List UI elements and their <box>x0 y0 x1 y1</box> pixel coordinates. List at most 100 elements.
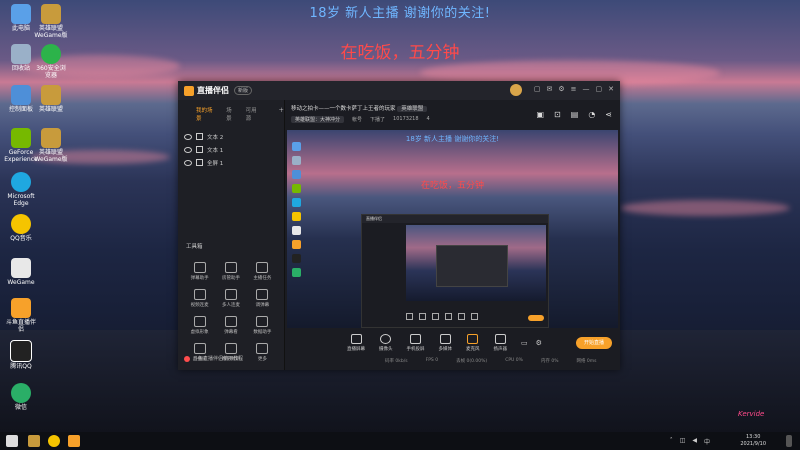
close-icon[interactable]: ✕ <box>608 85 614 93</box>
douyu-taskbar-icon[interactable] <box>68 435 80 447</box>
desktop: 18岁 新人主播 谢谢你的关注! 在吃饭，五分钟 此电脑 回收站 控制面板 Ge… <box>0 0 800 432</box>
source-item[interactable]: 文本 1 <box>184 143 284 156</box>
version-badge[interactable]: 新版 <box>234 86 253 95</box>
desktop-icon-recycle-bin[interactable]: 回收站 <box>4 44 38 72</box>
network-icon[interactable]: ◫ <box>680 437 686 446</box>
tool-button[interactable]: 主播任务 <box>247 262 278 281</box>
source-item[interactable]: 文本 2 <box>184 130 284 143</box>
tab-my-scenes[interactable]: 我的场景 <box>196 106 217 122</box>
nested-preview-window: 直播伴侣 <box>361 214 549 328</box>
camera-button[interactable]: 摄像头 <box>379 334 393 352</box>
go-live-button[interactable]: 开始直播 <box>576 337 612 349</box>
tool-button[interactable]: 虚拟形象 <box>184 316 215 335</box>
desktop-icon-wegame[interactable]: WeGame <box>4 258 38 286</box>
eye-icon[interactable] <box>184 146 192 153</box>
maximize-icon[interactable]: ▢ <box>596 85 603 93</box>
category-tag[interactable]: 英雄联盟 <box>397 106 428 112</box>
eye-icon[interactable] <box>184 133 192 140</box>
bell-icon[interactable]: ◔ <box>588 110 595 119</box>
camera-icon <box>380 334 392 344</box>
ime-indicator[interactable]: 中 <box>704 437 710 446</box>
microphone-icon <box>467 334 479 344</box>
settings-icon[interactable]: ⚙ <box>558 85 564 93</box>
eye-icon[interactable] <box>184 159 192 166</box>
desktop-icon-lol-wegame-2[interactable]: 英雄联盟 WeGame版 <box>34 128 68 163</box>
tool-button[interactable]: 房管助手 <box>215 262 246 281</box>
desktop-icon-lol-wegame[interactable]: 英雄联盟 WeGame版 <box>34 4 68 39</box>
notification-icon[interactable] <box>786 435 792 447</box>
tool-button[interactable]: 多人连麦 <box>215 289 246 308</box>
notes-icon[interactable]: ▤ <box>571 110 579 119</box>
toolbox-header: 工具箱 <box>186 244 203 250</box>
tool-button[interactable]: 弹幕看 <box>215 316 246 335</box>
douyu-icon <box>184 355 190 362</box>
add-scene-icon[interactable]: ＋ <box>278 106 284 122</box>
room-info: 英雄联盟：大神冲分 帐号 下播了 10173218 4 <box>291 116 430 123</box>
taskbar: ˄ ◫ ◀ 中 13:30 2021/9/10 <box>0 432 800 450</box>
desktop-icon-qq[interactable]: 腾讯QQ <box>4 340 38 370</box>
desktop-icon-control-panel[interactable]: 控制面板 <box>4 85 38 113</box>
tab-scenes[interactable]: 场景 <box>226 106 237 122</box>
volume-icon[interactable]: ◀ <box>692 437 697 446</box>
lock-icon[interactable]: ⊡ <box>554 110 561 119</box>
record-icon[interactable]: ▭ <box>521 339 528 347</box>
desktop-icon-edge[interactable]: Microsoft Edge <box>4 172 38 207</box>
recycle-bin-icon <box>11 44 31 64</box>
desktop-icon-wechat[interactable]: 微信 <box>4 383 38 411</box>
media-button[interactable]: 多媒体 <box>439 334 452 352</box>
tab-sources[interactable]: 可用源 <box>246 106 262 122</box>
tool-button[interactable]: 调弹幕 <box>247 289 278 308</box>
wechat-icon <box>11 383 31 403</box>
gear-icon[interactable]: ⚙ <box>536 339 542 347</box>
avatar[interactable] <box>510 84 522 96</box>
control-panel-icon <box>11 85 31 105</box>
desktop-icon-computer[interactable]: 此电脑 <box>4 4 38 32</box>
share-icon[interactable]: ⋖ <box>605 110 612 119</box>
sidebar-tabs: 我的场景 场景 可用源 ＋ <box>178 100 284 122</box>
start-icon[interactable] <box>6 435 18 447</box>
cloud <box>620 200 790 216</box>
desktop-icon-geforce[interactable]: GeForce Experience <box>4 128 38 163</box>
avatar-icon <box>193 316 206 327</box>
tool-button[interactable]: 更多 <box>247 343 278 362</box>
lol-icon <box>41 85 61 105</box>
room-title: 移动之拍卡——一个数卡萨丁上王者的玩家 英雄联盟 <box>291 104 428 112</box>
desktop-icon-360-browser[interactable]: 360安全浏览器 <box>34 44 68 79</box>
monitor-icon <box>350 334 362 344</box>
tool-button[interactable]: 视频连麦 <box>184 289 215 308</box>
lol-taskbar-icon[interactable] <box>28 435 40 447</box>
lol-icon <box>41 128 61 148</box>
stream-status-text: 在吃饭，五分钟 <box>340 43 460 63</box>
text-source-icon <box>196 146 203 153</box>
stream-preview[interactable]: 18岁 新人主播 谢谢你的关注! 在吃饭，五分钟 直播伴侣 <box>287 130 618 328</box>
preview-status-text: 在吃饭，五分钟 <box>420 181 484 191</box>
qq-music-icon <box>11 214 31 234</box>
screen-source-icon <box>196 159 203 166</box>
more-icon <box>256 343 269 354</box>
clock[interactable]: 13:30 2021/9/10 <box>740 434 766 448</box>
phone-cast-button[interactable]: 手机投屏 <box>407 334 425 352</box>
skin-icon[interactable]: ▢ <box>534 85 541 93</box>
desktop-icon-douyu[interactable]: 斗鱼直播伴侣 <box>4 298 38 333</box>
menu-icon[interactable]: ≡ <box>571 85 577 93</box>
desktop-icon-qq-music[interactable]: QQ音乐 <box>4 214 38 242</box>
multi-link-icon <box>224 289 237 300</box>
geforce-icon <box>11 128 31 148</box>
music-taskbar-icon[interactable] <box>48 435 60 447</box>
speaker-button[interactable]: 扬声器 <box>494 334 507 352</box>
screen-capture-button[interactable]: 直播屏幕 <box>347 334 365 352</box>
message-icon[interactable]: ✉ <box>546 85 552 93</box>
live-companion-window: 直播伴侣 新版 ▢ ✉ ⚙ ≡ — ▢ ✕ 我的场景 场景 可用源 ＋ 文本 2 <box>178 81 620 370</box>
tutorial-link[interactable]: 斗鱼直播伴侣使用教程 <box>184 355 243 362</box>
desktop-icon-lol[interactable]: 英雄联盟 <box>34 85 68 113</box>
tool-button[interactable]: 数据助手 <box>247 316 278 335</box>
minimize-icon[interactable]: — <box>583 85 590 93</box>
capture-controls: 直播屏幕 摄像头 手机投屏 多媒体 麦克风 扬声器 ▭ ⚙ 开始直播 <box>285 332 620 354</box>
room-icon <box>193 343 206 354</box>
source-item[interactable]: 全屏 1 <box>184 156 284 169</box>
qq-icon <box>10 340 32 362</box>
microphone-button[interactable]: 麦克风 <box>466 334 480 352</box>
chevron-up-icon[interactable]: ˄ <box>670 437 673 446</box>
gift-icon[interactable]: ▣ <box>536 110 544 119</box>
tool-button[interactable]: 弹幕助手 <box>184 262 215 281</box>
